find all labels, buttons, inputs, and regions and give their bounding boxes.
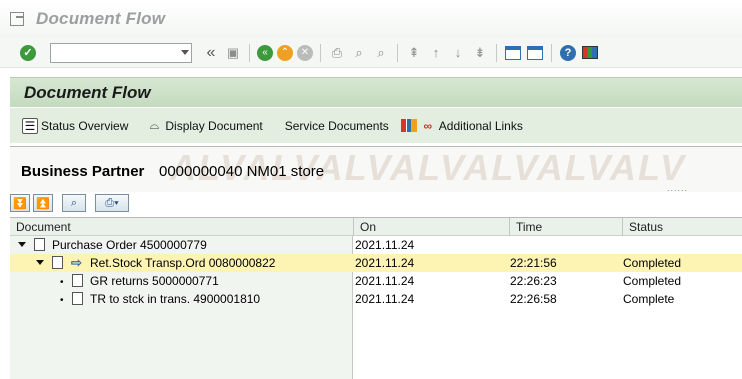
date-cell: 2021.11.24 (355, 292, 415, 306)
column-header-status[interactable]: Status (629, 220, 663, 234)
expand-triangle-icon[interactable] (18, 242, 26, 247)
column-header-time[interactable]: Time (516, 220, 542, 234)
service-documents-label: Service Documents (284, 118, 389, 133)
table-row[interactable]: ⇨ Ret.Stock Transp.Ord 0080000822 2021.1… (10, 254, 742, 272)
date-cell: 2021.11.24 (355, 274, 415, 288)
time-cell: 22:21:56 (510, 256, 557, 270)
dropdown-icon[interactable] (181, 49, 189, 55)
back-icon[interactable]: « (257, 44, 273, 61)
time-cell: 22:26:58 (510, 292, 557, 306)
toolbar-separator (551, 43, 552, 62)
document-icon (34, 238, 45, 251)
leaf-bullet-icon: • (60, 295, 64, 306)
table-row[interactable]: • TR to stck in trans. 4900001810 2021.1… (10, 290, 742, 308)
document-icon (52, 256, 63, 269)
help-icon[interactable]: ? (560, 44, 576, 61)
column-separator[interactable] (353, 218, 354, 236)
column-header-document[interactable]: Document (16, 220, 71, 234)
ok-icon[interactable]: ✓ (20, 44, 36, 61)
status-cell: Completed (623, 274, 682, 288)
table-body: Purchase Order 4500000779 2021.11.24 ⇨ R… (10, 236, 742, 379)
toolbar-separator (397, 43, 398, 62)
document-cell[interactable]: TR to stck in trans. 4900001810 (90, 292, 260, 306)
document-flow-table: Document On Time Status Purchase Order 4… (10, 217, 742, 379)
shortcut-icon[interactable] (527, 45, 543, 60)
service-documents-button[interactable]: Service Documents (285, 115, 389, 137)
section-header: Document Flow (10, 77, 742, 107)
alv-toolbar: ⏬ ⏫ ⌕ ⎙▾ (10, 192, 742, 214)
find-next-icon[interactable]: ⌕ (372, 44, 390, 62)
column-header-on[interactable]: On (360, 220, 376, 234)
status-cell: Completed (623, 256, 682, 270)
toolbar-separator (249, 43, 250, 62)
back-double-icon[interactable]: « (202, 44, 220, 62)
find-binoculars-icon[interactable]: ⌕ (62, 194, 86, 212)
status-cell: Complete (623, 292, 675, 306)
table-header: Document On Time Status (10, 218, 742, 236)
collapse-all-icon[interactable]: ⏫ (33, 194, 53, 212)
display-document-button[interactable]: ⌓ Display Document (146, 115, 263, 137)
business-partner-value: 0000000040 NM01 store (159, 163, 325, 180)
chart-icon (400, 119, 417, 132)
document-icon (72, 292, 83, 305)
window-title: Document Flow (36, 9, 166, 28)
date-cell: 2021.11.24 (355, 238, 415, 252)
find-icon[interactable]: ⌕ (350, 44, 368, 62)
current-document-arrow-icon: ⇨ (71, 255, 82, 270)
additional-links-button[interactable]: ∞ Additional Links (400, 115, 523, 137)
leaf-bullet-icon: • (60, 277, 64, 288)
previous-page-icon[interactable]: ↑ (427, 44, 445, 62)
application-toolbar: ☰ Status Overview ⌓ Display Document Ser… (10, 108, 742, 143)
time-cell: 22:26:23 (510, 274, 557, 288)
table-row[interactable]: Purchase Order 4500000779 2021.11.24 (10, 236, 742, 254)
save-icon[interactable]: ▣ (224, 44, 242, 62)
date-cell: 2021.11.24 (355, 256, 415, 270)
status-overview-label: Status Overview (41, 118, 129, 133)
exit-icon[interactable] (10, 12, 24, 26)
status-overview-button[interactable]: ☰ Status Overview (22, 115, 128, 137)
document-cell[interactable]: Ret.Stock Transp.Ord 0080000822 (90, 256, 275, 270)
document-cell[interactable]: Purchase Order 4500000779 (52, 238, 207, 252)
next-page-icon[interactable]: ↓ (449, 44, 467, 62)
link-icon: ∞ (423, 118, 433, 133)
resize-handle[interactable]: ...... (667, 183, 688, 192)
page-title: Document Flow (24, 82, 151, 102)
column-separator[interactable] (622, 218, 623, 236)
business-partner-label: Business Partner (21, 163, 145, 180)
print-menu-icon[interactable]: ⎙▾ (95, 194, 129, 212)
toolbar-separator (320, 43, 321, 62)
standard-toolbar: ✓ « ▣ « ⌃ ✕ ⎙ ⌕ ⌕ ⇞ ↑ ↓ ⇟ ? (0, 38, 742, 68)
column-separator[interactable] (509, 218, 510, 236)
first-page-icon[interactable]: ⇞ (405, 44, 423, 62)
last-page-icon[interactable]: ⇟ (471, 44, 489, 62)
document-cell[interactable]: GR returns 5000000771 (90, 274, 219, 288)
toolbar-separator (496, 43, 497, 62)
cancel-icon[interactable]: ✕ (297, 44, 313, 61)
command-field[interactable] (50, 42, 192, 63)
display-document-label: Display Document (165, 118, 263, 133)
document-icon (72, 274, 83, 287)
expand-all-icon[interactable]: ⏬ (10, 194, 30, 212)
expand-triangle-icon[interactable] (36, 260, 44, 265)
status-overview-icon: ☰ (22, 117, 38, 134)
additional-links-label: Additional Links (438, 118, 523, 133)
create-session-icon[interactable] (505, 45, 521, 60)
title-bar: Document Flow (0, 0, 742, 38)
display-glasses-icon: ⌓ (149, 118, 160, 132)
header-info: ALVALVALVALVALVALVALV Business Partner 0… (10, 146, 742, 192)
print-icon[interactable]: ⎙ (328, 44, 346, 62)
layout-icon[interactable] (582, 46, 598, 59)
table-row[interactable]: • GR returns 5000000771 2021.11.24 22:26… (10, 272, 742, 290)
exit-nav-icon[interactable]: ⌃ (277, 44, 293, 61)
